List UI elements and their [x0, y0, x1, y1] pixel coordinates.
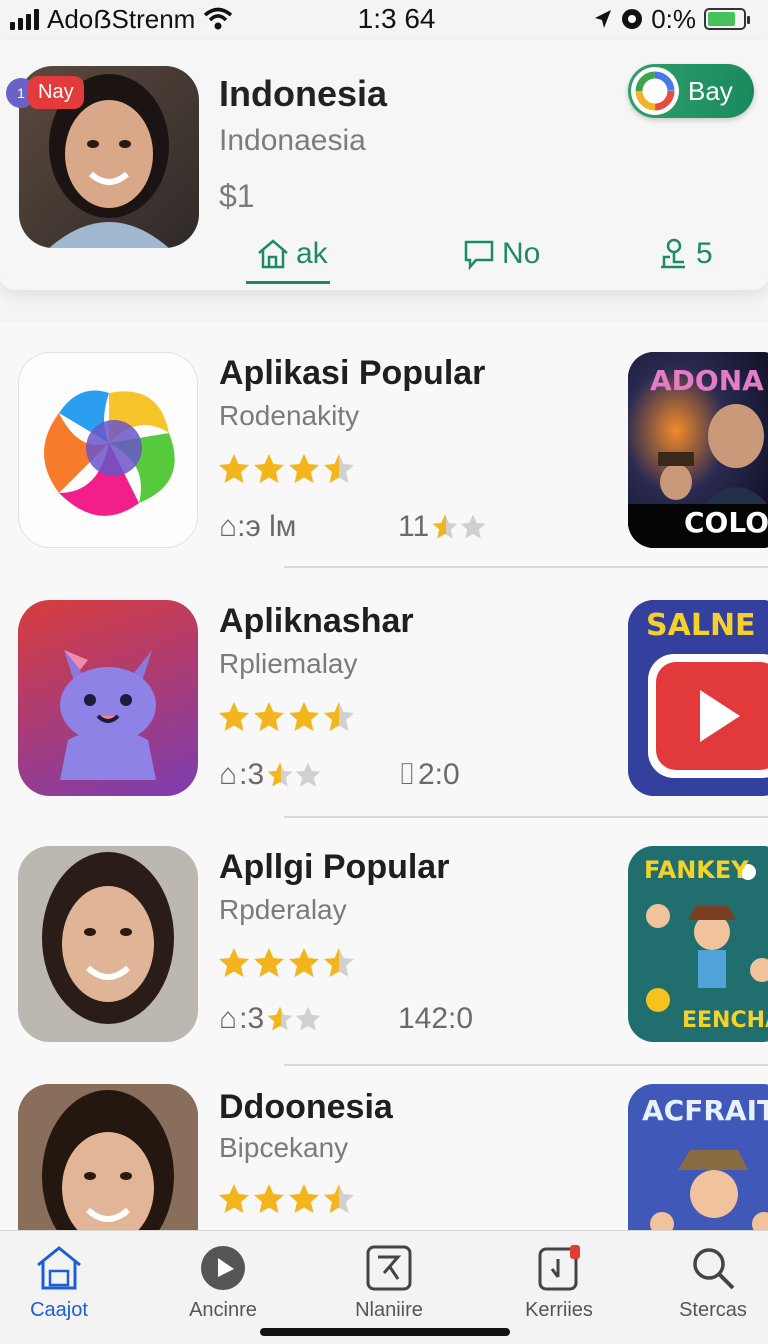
- app-list[interactable]: Aplikasi Popular Rodenakity ⌂:э lм 11 AD…: [0, 322, 768, 1232]
- app-icon-portrait[interactable]: [18, 1084, 198, 1232]
- list-item[interactable]: Ddoonesia Bipcekany ACFRAIT: [0, 1058, 768, 1232]
- app-meta-count: 142:0: [398, 1002, 474, 1035]
- speech-bubble-icon: [464, 240, 494, 271]
- status-bar: AdoẞStrenm 1:3 64 0:%: [0, 0, 768, 38]
- featured-tab-home[interactable]: ak: [246, 226, 330, 284]
- rating-star-icon: [219, 454, 249, 483]
- list-item[interactable]: Aplikasi Popular Rodenakity ⌂:э lм 11 AD…: [0, 322, 768, 568]
- arcade-icon: [366, 1245, 412, 1291]
- app-meta-count: 11: [398, 510, 487, 544]
- carrier-name: AdoẞStrenm: [47, 3, 196, 34]
- app-name[interactable]: Aplikasi Popular: [219, 354, 485, 393]
- rating-star-icon: [289, 702, 319, 731]
- app-category: Rpderalay: [219, 894, 347, 925]
- updates-icon: [538, 1245, 580, 1291]
- home-icon: [37, 1246, 81, 1290]
- app-icon-portrait[interactable]: [18, 846, 198, 1042]
- tab-bar: Caajot Ancinre Nlaniire Kerriies Stercas: [0, 1230, 768, 1344]
- app-meta-downloads: ⌂:3: [219, 1002, 322, 1036]
- rating-star-icon: [219, 1184, 249, 1213]
- tab-games[interactable]: Ancinre: [148, 1243, 298, 1333]
- featured-tab-people[interactable]: 5: [656, 226, 713, 282]
- promo-banner[interactable]: FANKEY EENCHA: [628, 846, 768, 1042]
- featured-tab-reviews[interactable]: No: [462, 226, 540, 282]
- mini-star-icon: [295, 762, 321, 787]
- mini-star-icon: [267, 1006, 293, 1031]
- mini-star-icon: [295, 1006, 321, 1031]
- app-name[interactable]: Apliknashar: [219, 602, 414, 641]
- mini-star-icon: [432, 514, 458, 539]
- rating-star-icon: [219, 702, 249, 731]
- rating-star-icon: [324, 702, 354, 731]
- app-meta-count: ⌷ 2:0: [398, 758, 460, 791]
- rating-stars: [217, 700, 356, 734]
- tab-today[interactable]: Caajot: [0, 1243, 134, 1333]
- rating-star-icon: [289, 948, 319, 977]
- signal-icon: [10, 8, 39, 30]
- do-not-disturb-icon: [622, 9, 643, 29]
- compass-play-icon: [201, 1246, 245, 1290]
- battery-percent: 0:%: [651, 3, 696, 34]
- app-logo-icon: [631, 67, 679, 115]
- mini-star-icon: [460, 514, 486, 539]
- new-badge: Nay: [28, 76, 84, 109]
- rating-stars: [217, 946, 356, 980]
- featured-app-card[interactable]: 1 Nay Indonesia Indonaesia $1 Bay ak No …: [0, 40, 768, 290]
- rating-star-icon: [254, 1184, 284, 1213]
- promo-banner[interactable]: SALNE: [628, 600, 768, 796]
- tab-apps[interactable]: Nlaniire: [314, 1243, 464, 1333]
- battery-icon: [704, 8, 750, 30]
- row-divider: [284, 566, 768, 568]
- app-icon-colorful-swirl[interactable]: [18, 352, 198, 548]
- app-category: Rodenakity: [219, 400, 360, 431]
- app-category: Bipcekany: [219, 1132, 349, 1163]
- app-meta-downloads: ⌂:э lм: [219, 510, 297, 543]
- row-divider: [284, 816, 768, 818]
- promo-banner[interactable]: ACFRAIT: [628, 1084, 768, 1232]
- featured-tabs: ak No 5: [230, 226, 750, 284]
- rating-star-icon: [254, 454, 284, 483]
- app-meta-downloads: ⌂:3: [219, 758, 322, 792]
- home-outline-icon: [258, 239, 288, 269]
- rating-star-icon: [324, 1184, 354, 1213]
- app-name[interactable]: Ddoonesia: [219, 1088, 393, 1127]
- search-icon: [693, 1248, 735, 1290]
- wifi-icon: [204, 7, 233, 30]
- featured-app-subtitle: Indonaesia: [219, 124, 366, 157]
- home-indicator[interactable]: [260, 1328, 510, 1336]
- rating-star-icon: [254, 948, 284, 977]
- clock: 1:3 64: [357, 3, 436, 34]
- location-arrow-icon: [595, 10, 612, 28]
- app-category: Rpliemalay: [219, 648, 358, 679]
- rating-stars: [217, 452, 356, 486]
- mini-star-icon: [267, 762, 293, 787]
- get-button-label: Bay: [688, 75, 733, 106]
- rating-star-icon: [254, 702, 284, 731]
- rating-star-icon: [324, 454, 354, 483]
- person-stand-icon: [661, 238, 685, 269]
- tab-search[interactable]: Stercas: [638, 1243, 768, 1333]
- rating-star-icon: [219, 948, 249, 977]
- get-button[interactable]: Bay: [628, 64, 754, 118]
- promo-banner[interactable]: ADONA COLO: [628, 352, 768, 548]
- rating-stars: [217, 1182, 356, 1216]
- list-item[interactable]: Apllgi Popular Rpderalay ⌂:3 142:0 FANKE…: [0, 820, 768, 1066]
- app-name[interactable]: Apllgi Popular: [219, 848, 449, 887]
- featured-app-title[interactable]: Indonesia: [219, 73, 387, 115]
- tab-updates[interactable]: Kerriies: [484, 1243, 634, 1333]
- list-item[interactable]: Apliknashar Rpliemalay ⌂:3 ⌷ 2:0 SALNE: [0, 572, 768, 818]
- app-icon-purple-cat[interactable]: [18, 600, 198, 796]
- rating-star-icon: [289, 454, 319, 483]
- rating-star-icon: [324, 948, 354, 977]
- featured-app-price: $1: [219, 178, 255, 214]
- rating-star-icon: [289, 1184, 319, 1213]
